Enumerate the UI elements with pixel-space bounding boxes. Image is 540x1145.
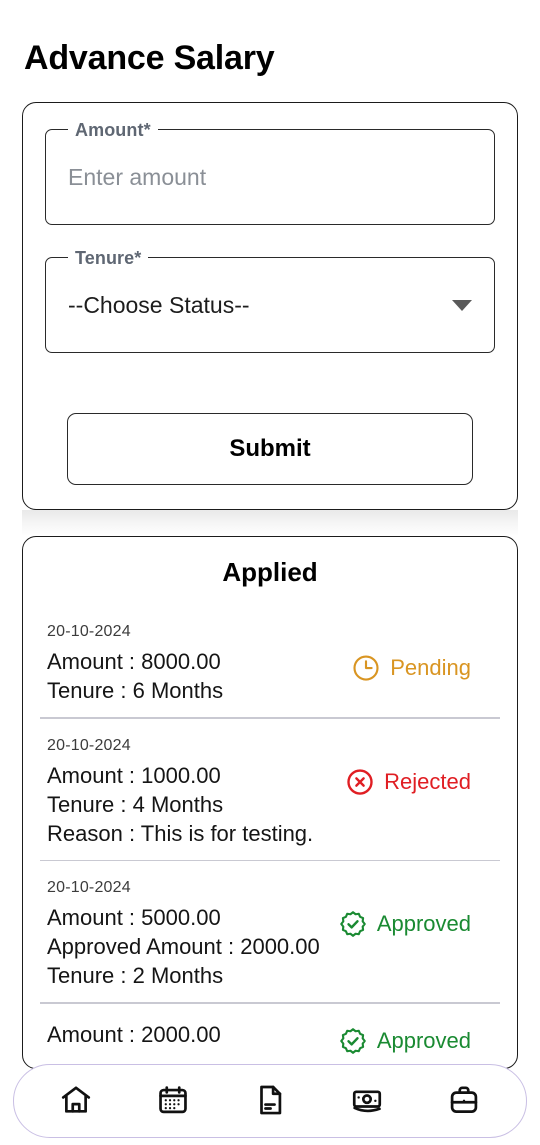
badge-check-icon: [338, 909, 368, 939]
entry-line: Amount : 8000.00: [47, 649, 221, 674]
circle-x-icon: [345, 767, 375, 797]
briefcase-icon: [447, 1083, 481, 1120]
entry-body: Amount : 1000.00 Tenure : 4 Months Reason …: [47, 761, 493, 848]
banknote-icon: [350, 1083, 384, 1120]
entry-date: 20-10-2024: [47, 736, 131, 754]
home-icon: [59, 1083, 93, 1120]
applied-list-card: Applied 20-10-2024 Amount : 8000.00 Tenur…: [22, 536, 518, 1069]
entry-detail-lines: Amount : 1000.00 Tenure : 4 Months Reason …: [47, 761, 345, 848]
entry-body: Amount : 8000.00 Tenure : 6 Months Pendin…: [47, 647, 493, 705]
applied-entry[interactable]: 20-10-2024 Amount : 5000.00 Approved Amou…: [23, 861, 517, 1002]
tenure-field-label: Tenure*: [68, 247, 149, 269]
advance-salary-form-card: Amount* Enter amount Tenure* --Choose St…: [22, 102, 518, 510]
status-label: Rejected: [384, 768, 471, 794]
status-label: Approved: [376, 1027, 471, 1053]
entry-date: 20-10-2024: [47, 623, 131, 640]
entry-detail-lines: Amount : 5000.00 Approved Amount : 2000.0…: [47, 903, 338, 990]
applied-entry[interactable]: Amount : 2000.00 Approved: [23, 1004, 517, 1068]
status-badge: Approved: [338, 903, 493, 939]
nav-item-home[interactable]: [45, 1073, 107, 1129]
status-badge: Pending: [351, 647, 493, 683]
status-label: Approved: [376, 911, 471, 936]
nav-item-briefcase[interactable]: [433, 1073, 495, 1129]
entry-line: Amount : 2000.00: [47, 1021, 221, 1047]
clock-icon: [351, 653, 381, 683]
nav-item-payroll[interactable]: [336, 1073, 398, 1129]
amount-field[interactable]: Amount* Enter amount: [45, 119, 495, 225]
entry-date: 20-10-2024: [47, 879, 131, 896]
tenure-select[interactable]: Tenure* --Choose Status--: [45, 247, 495, 353]
chevron-down-icon: [452, 299, 472, 311]
page-title: Advance Salary: [24, 39, 275, 77]
advance-salary-screen: Advance Salary Amount* Enter amount Tenu…: [0, 0, 540, 1145]
card-separator-shadow: [22, 510, 518, 536]
applied-section-title: Applied: [222, 557, 318, 587]
entry-line: Tenure : 6 Months: [47, 678, 224, 703]
entry-line: Amount : 1000.00: [47, 762, 221, 788]
badge-check-icon: [338, 1026, 368, 1056]
document-icon: [253, 1083, 287, 1120]
amount-field-placeholder: Enter amount: [68, 164, 207, 190]
applied-entry[interactable]: 20-10-2024 Amount : 8000.00 Tenure : 6 Mo…: [23, 605, 517, 717]
entry-line: Reason : This is for testing.: [47, 820, 314, 846]
status-badge: Rejected: [345, 761, 493, 797]
entry-line: Amount : 5000.00: [47, 905, 221, 930]
entry-body: Amount : 5000.00 Approved Amount : 2000.0…: [47, 903, 493, 990]
bottom-navigation-bar: [13, 1064, 527, 1138]
submit-button-wrap: Submit: [45, 385, 495, 485]
amount-field-label: Amount*: [68, 119, 158, 141]
nav-item-document[interactable]: [239, 1073, 301, 1129]
entry-body: Amount : 2000.00 Approved: [47, 1020, 493, 1056]
applied-entry-list: 20-10-2024 Amount : 8000.00 Tenure : 6 Mo…: [23, 605, 517, 1068]
entry-detail-lines: Amount : 8000.00 Tenure : 6 Months: [47, 647, 351, 705]
nav-item-calendar[interactable]: [142, 1073, 204, 1129]
calendar-icon: [156, 1083, 190, 1120]
status-label: Pending: [390, 655, 471, 680]
entry-line: Tenure : 2 Months: [47, 963, 224, 988]
applied-entry[interactable]: 20-10-2024 Amount : 1000.00 Tenure : 4 Mo…: [23, 719, 517, 860]
status-badge: Approved: [338, 1020, 493, 1056]
submit-button[interactable]: Submit: [67, 413, 473, 485]
tenure-selected-value: --Choose Status--: [68, 292, 250, 318]
entry-line: Tenure : 4 Months: [47, 791, 224, 817]
entry-detail-lines: Amount : 2000.00: [47, 1020, 338, 1049]
entry-line: Approved Amount : 2000.00: [47, 934, 320, 959]
